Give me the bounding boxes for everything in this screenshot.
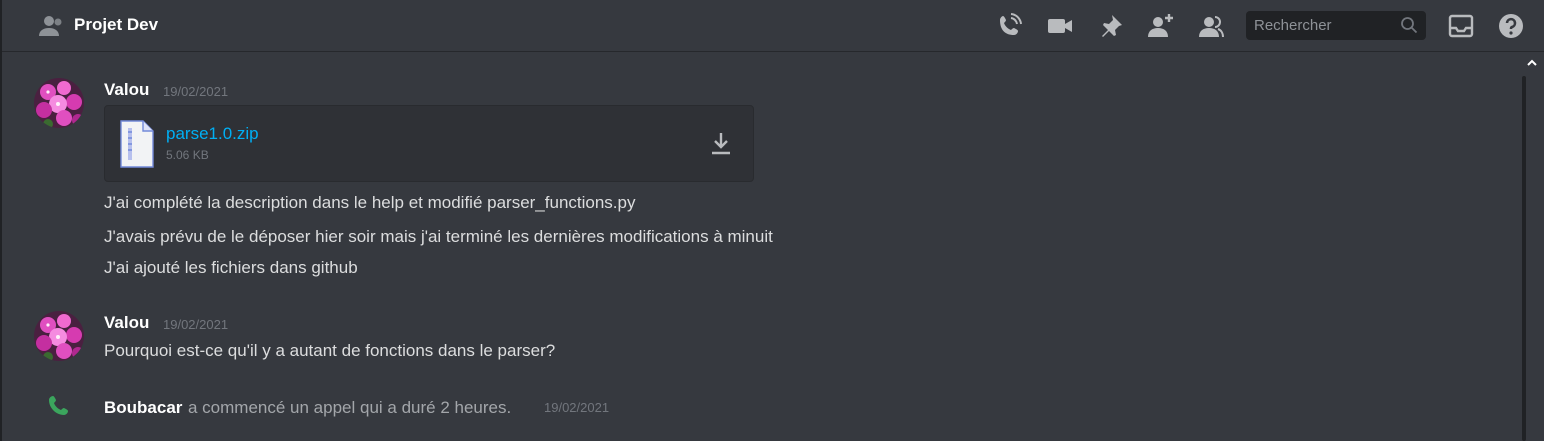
message-text: J'ai ajouté les fichiers dans github	[104, 258, 358, 277]
message-author[interactable]: Valou	[104, 313, 149, 333]
download-icon[interactable]	[709, 131, 733, 157]
message-timestamp: 19/02/2021	[163, 84, 229, 99]
add-friend-icon[interactable]	[1147, 12, 1175, 40]
help-icon[interactable]	[1497, 12, 1525, 40]
file-attachment: parse1.0.zip 5.06 KB	[104, 105, 754, 182]
message-text: J'avais prévu de le déposer hier soir ma…	[104, 227, 773, 246]
members-icon[interactable]	[1197, 12, 1225, 40]
message-text: Pourquoi est-ce qu'il y a autant de fonc…	[104, 341, 556, 360]
video-icon[interactable]	[1046, 12, 1074, 40]
attachment-filesize: 5.06 KB	[166, 148, 209, 162]
flower-avatar-image	[34, 78, 84, 128]
scrollbar-thumb[interactable]	[1522, 76, 1526, 441]
search-box[interactable]	[1246, 11, 1426, 40]
left-edge-divider	[0, 0, 2, 441]
flower-avatar-image	[34, 311, 84, 361]
avatar[interactable]	[34, 311, 84, 361]
channel-title: Projet Dev	[74, 15, 159, 34]
channel-header: Projet Dev	[2, 0, 1544, 52]
pin-icon[interactable]	[1097, 12, 1125, 40]
avatar[interactable]	[34, 78, 84, 128]
search-icon[interactable]	[1400, 16, 1418, 34]
scroll-up-arrow-icon[interactable]	[1527, 58, 1537, 68]
people-icon	[39, 16, 62, 36]
search-input[interactable]	[1246, 11, 1396, 40]
message-text: J'ai complété la description dans le hel…	[104, 193, 636, 212]
message-timestamp: 19/02/2021	[163, 317, 229, 332]
message-author[interactable]: Valou	[104, 80, 149, 100]
phone-call-icon	[49, 396, 68, 415]
attachment-filename-link[interactable]: parse1.0.zip	[166, 124, 259, 144]
inbox-icon[interactable]	[1447, 12, 1475, 40]
call-icon[interactable]	[995, 12, 1023, 40]
call-status-text: a commencé un appel qui a duré 2 heures.	[188, 398, 512, 417]
zip-file-icon	[120, 120, 154, 168]
call-timestamp: 19/02/2021	[544, 400, 610, 415]
call-author[interactable]: Boubacar	[104, 398, 182, 418]
